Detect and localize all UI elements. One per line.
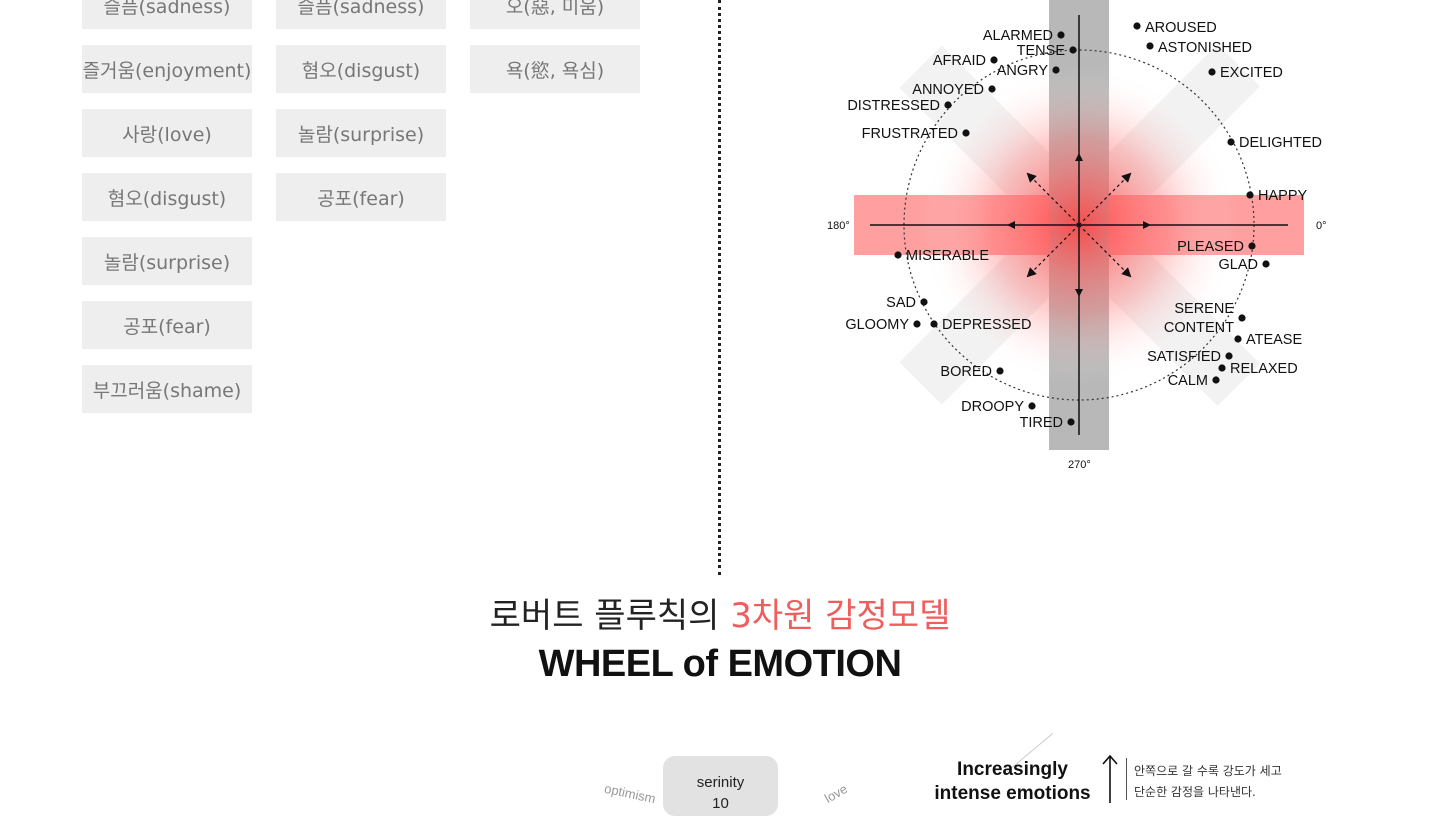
label-pleased: PLEASED xyxy=(1177,239,1244,255)
label-astonished: ASTONISHED xyxy=(1158,40,1252,56)
label-afraid: AFRAID xyxy=(933,53,986,69)
dot-tired xyxy=(1067,418,1075,426)
label-depressed: DEPRESSED xyxy=(942,317,1031,333)
intensity-title: Increasingly intense emotions xyxy=(915,758,1110,806)
dot-excited xyxy=(1208,68,1216,76)
degree-label-270: 270° xyxy=(1068,459,1091,471)
intensity-title-line1: Increasingly xyxy=(957,759,1068,780)
dot-atease xyxy=(1234,335,1242,343)
title-prefix: 로버트 플루칙의 xyxy=(489,596,720,636)
label-aroused: AROUSED xyxy=(1145,20,1217,36)
dot-distressed xyxy=(944,101,952,109)
dot-tense xyxy=(1069,46,1077,54)
dot-gloomy xyxy=(913,320,921,328)
emotion-tag: 혐오(disgust) xyxy=(82,173,252,221)
label-droopy: DROOPY xyxy=(961,399,1024,415)
dot-annoyed xyxy=(988,85,996,93)
emotion-tag: 욕(慾, 욕심) xyxy=(470,45,640,93)
label-content: CONTENT xyxy=(1164,320,1234,336)
dot-angry xyxy=(1052,66,1060,74)
dot-miserable xyxy=(894,251,902,259)
label-bored: BORED xyxy=(940,364,992,380)
wheel-center-label: serinity xyxy=(696,774,745,791)
emotion-tag: 슬픔(sadness) xyxy=(276,0,446,29)
label-excited: EXCITED xyxy=(1220,65,1283,81)
label-serene: SERENE xyxy=(1174,301,1234,317)
intensity-description: 안쪽으로 갈 수록 강도가 세고 단순한 감정을 나타낸다. xyxy=(1134,761,1282,803)
label-angry: ANGRY xyxy=(997,63,1049,79)
arrow-up-icon xyxy=(1102,754,1118,803)
label-satisfied: SATISFIED xyxy=(1147,349,1221,365)
emotion-tag: 부끄러움(shame) xyxy=(82,365,252,413)
dot-happy xyxy=(1246,191,1254,199)
dot-alarmed xyxy=(1057,31,1065,39)
intensity-divider xyxy=(1126,758,1127,800)
label-calm: CALM xyxy=(1168,373,1208,389)
label-gloomy: GLOOMY xyxy=(845,317,909,333)
title-highlight: 3차원 감정모델 xyxy=(730,596,951,636)
label-sad: SAD xyxy=(886,295,916,311)
intensity-desc-line1: 안쪽으로 갈 수록 강도가 세고 xyxy=(1134,764,1282,778)
degree-label-0: 0° xyxy=(1316,220,1327,232)
section-title-korean: 로버트 플루칙의 3차원 감정모델 xyxy=(0,588,1440,637)
emotion-tag: 놀람(surprise) xyxy=(82,237,252,285)
dot-relaxed xyxy=(1218,364,1226,372)
wheel-center-value: 10 xyxy=(712,795,729,812)
circumplex-diagram: 0° 180° 270° AROUSED ASTONISHED ALARMED … xyxy=(827,0,1327,471)
dot-frustrated xyxy=(962,129,970,137)
label-tense: TENSE xyxy=(1017,43,1066,59)
emotion-tag: 공포(fear) xyxy=(276,173,446,221)
label-atease: ATEASE xyxy=(1246,332,1302,348)
label-glad: GLAD xyxy=(1219,257,1259,273)
emotion-tag: 혐오(disgust) xyxy=(276,45,446,93)
dot-sad xyxy=(920,298,928,306)
emotion-tag: 오(惡, 미움) xyxy=(470,0,640,29)
label-relaxed: RELAXED xyxy=(1230,361,1298,377)
label-tired: TIRED xyxy=(1020,415,1064,431)
emotion-tag: 공포(fear) xyxy=(82,301,252,349)
label-happy: HAPPY xyxy=(1258,188,1307,204)
label-distressed: DISTRESSED xyxy=(847,98,940,114)
emotion-tag: 슬픔(sadness) xyxy=(82,0,252,29)
dot-astonished xyxy=(1146,42,1154,50)
label-delighted: DELIGHTED xyxy=(1239,135,1322,151)
emotion-tag: 즐거움(enjoyment) xyxy=(82,45,252,93)
dot-bored xyxy=(996,367,1004,375)
label-annoyed: ANNOYED xyxy=(912,82,984,98)
emotion-tag: 놀람(surprise) xyxy=(276,109,446,157)
dot-depressed xyxy=(930,320,938,328)
section-title-english: WHEEL of EMOTION xyxy=(538,643,902,685)
label-miserable: MISERABLE xyxy=(906,248,989,264)
dot-calm xyxy=(1212,376,1220,384)
intensity-title-line2: intense emotions xyxy=(934,783,1091,804)
section-divider xyxy=(718,0,721,575)
dot-droopy xyxy=(1028,402,1036,410)
label-alarmed: ALARMED xyxy=(983,28,1053,44)
wheel-center-box: serinity 10 xyxy=(663,756,778,816)
dot-delighted xyxy=(1227,138,1235,146)
dot-aroused xyxy=(1133,22,1141,30)
degree-label-180: 180° xyxy=(827,220,850,232)
label-frustrated: FRUSTRATED xyxy=(862,126,958,142)
petal-label-right: love xyxy=(821,781,851,806)
dot-pleased xyxy=(1248,242,1256,250)
emotion-tag: 사랑(love) xyxy=(82,109,252,157)
dot-satisfied xyxy=(1225,352,1233,360)
dot-glad xyxy=(1262,260,1270,268)
dot-serene xyxy=(1238,314,1246,322)
petal-label-left: optimism xyxy=(603,780,658,807)
